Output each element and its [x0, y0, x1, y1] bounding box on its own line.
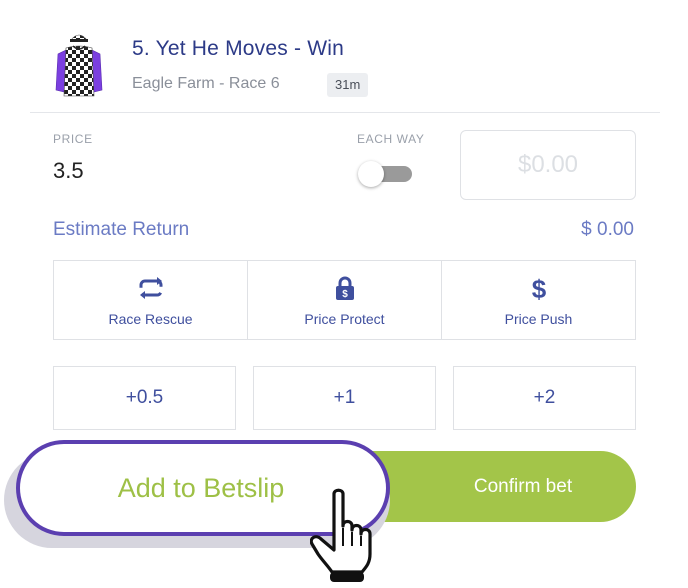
svg-text:$: $ [531, 275, 546, 301]
price-value: 3.5 [53, 158, 84, 183]
quick-stake-1-button[interactable]: +1 [253, 366, 436, 430]
runner-title: 5. Yet He Moves - Win [132, 37, 344, 60]
price-protect-label: Price Protect [304, 311, 385, 327]
each-way-label: EACH WAY [357, 132, 425, 146]
estimate-return-value: $ 0.00 [581, 219, 634, 240]
quick-stake-2-button[interactable]: +2 [453, 366, 636, 430]
pointing-hand-cursor-icon [310, 488, 372, 582]
race-rescue-label: Race Rescue [108, 311, 193, 327]
each-way-toggle[interactable] [358, 161, 412, 187]
meeting-name: Eagle Farm - Race 6 [132, 75, 280, 92]
price-push-button[interactable]: $ Price Push [442, 261, 635, 339]
jockey-silks-icon [55, 34, 103, 97]
svg-text:$: $ [342, 289, 348, 300]
time-to-jump-badge: 31m [327, 73, 369, 97]
stake-input[interactable] [460, 130, 636, 200]
race-rescue-button[interactable]: Race Rescue [54, 261, 248, 339]
bet-features: Race Rescue $ Price Protect $ Price Push [53, 260, 636, 340]
refresh-icon [139, 277, 162, 299]
price-label: PRICE [53, 132, 93, 146]
lock-icon: $ [335, 276, 354, 300]
divider [30, 112, 660, 113]
price-push-label: Price Push [504, 311, 573, 327]
estimate-return-label: Estimate Return [53, 219, 190, 240]
dollar-icon: $ [531, 275, 546, 301]
quick-stake-0-5-button[interactable]: +0.5 [53, 366, 236, 430]
toggle-knob [358, 161, 384, 187]
price-protect-button[interactable]: $ Price Protect [248, 261, 442, 339]
